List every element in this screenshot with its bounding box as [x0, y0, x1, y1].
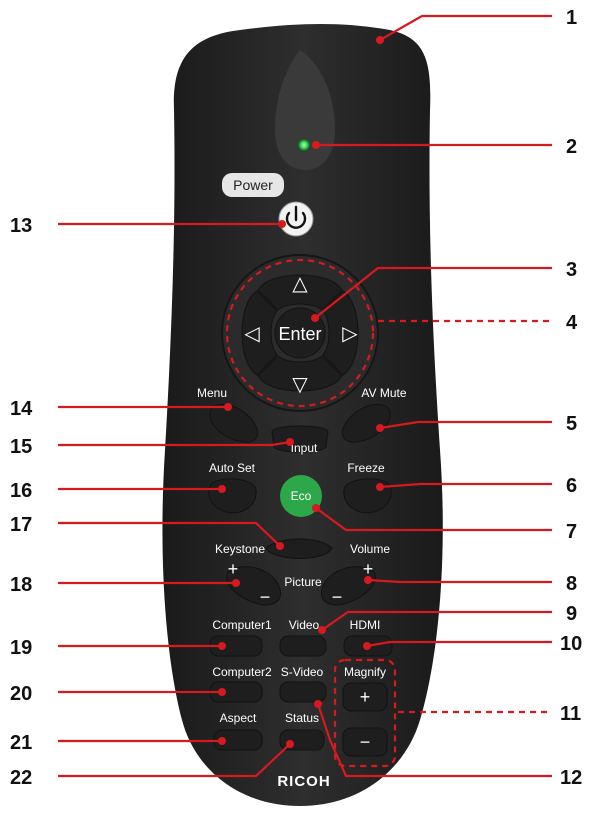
- eco-label: Eco: [291, 489, 312, 503]
- picture-label: Picture: [284, 575, 322, 589]
- av-mute-label: AV Mute: [361, 386, 406, 400]
- enter-label: Enter: [278, 324, 321, 344]
- callout-6: 6: [566, 475, 577, 497]
- hdmi-label: HDMI: [350, 618, 381, 632]
- brand-logo: RICOH: [277, 773, 330, 790]
- led-indicator: [298, 139, 310, 151]
- keystone-minus-icon: −: [260, 587, 271, 607]
- callout-20: 20: [10, 683, 32, 705]
- callout-17: 17: [10, 514, 32, 536]
- callout-13: 13: [10, 215, 32, 237]
- arrow-right-icon: ▷: [342, 321, 358, 345]
- callout-5: 5: [566, 413, 577, 435]
- status-label: Status: [285, 711, 319, 725]
- input-label: Input: [291, 441, 318, 455]
- keystone-plus-icon: +: [228, 559, 239, 579]
- callout-22: 22: [10, 767, 32, 789]
- s-video-button[interactable]: [279, 681, 327, 703]
- computer1-label: Computer1: [212, 618, 272, 632]
- magnify-plus-icon: +: [360, 687, 371, 707]
- callout-1: 1: [566, 7, 577, 29]
- callout-8: 8: [566, 573, 577, 595]
- power-label-badge: Power: [222, 173, 284, 197]
- freeze-label: Freeze: [347, 461, 385, 475]
- volume-label: Volume: [350, 542, 390, 556]
- video-button[interactable]: [279, 635, 327, 657]
- callout-15: 15: [10, 436, 32, 458]
- callout-9: 9: [566, 603, 577, 625]
- power-button[interactable]: [278, 201, 314, 237]
- callout-11: 11: [560, 703, 581, 725]
- video-label: Video: [289, 618, 320, 632]
- callout-19: 19: [10, 637, 32, 659]
- callout-4: 4: [566, 312, 578, 334]
- callout-7: 7: [566, 521, 577, 543]
- volume-minus-icon: −: [332, 587, 343, 607]
- computer2-label: Computer2: [212, 665, 272, 679]
- callout-16: 16: [10, 480, 32, 502]
- callout-3: 3: [566, 259, 577, 281]
- callout-18: 18: [10, 574, 32, 596]
- power-label: Power: [233, 177, 273, 193]
- callout-21: 21: [10, 732, 32, 754]
- callout-14: 14: [10, 398, 33, 420]
- callouts-right: 1 2 3 4 5 6 7 8 9 10 11 12: [560, 7, 582, 789]
- callout-2: 2: [566, 136, 577, 158]
- magnify-label: Magnify: [344, 665, 386, 679]
- arrow-down-icon: ▽: [292, 372, 308, 396]
- arrow-left-icon: ◁: [243, 321, 260, 345]
- aspect-label: Aspect: [220, 711, 257, 725]
- dpad: Enter △ ▽ ◁ ▷: [241, 271, 359, 396]
- magnify-minus-icon: −: [360, 732, 371, 752]
- callout-12: 12: [560, 767, 582, 789]
- arrow-up-icon: △: [292, 271, 308, 295]
- callouts-left: 13 14 15 16 17 18 19 20 21 22: [10, 215, 33, 789]
- callout-10: 10: [560, 633, 582, 655]
- menu-label: Menu: [197, 386, 227, 400]
- auto-set-label: Auto Set: [209, 461, 256, 475]
- remote-diagram: Power Enter △ ▽ ◁ ▷ Menu AV Mute Input A…: [10, 7, 582, 806]
- keystone-label: Keystone: [215, 542, 265, 556]
- s-video-label: S-Video: [281, 665, 324, 679]
